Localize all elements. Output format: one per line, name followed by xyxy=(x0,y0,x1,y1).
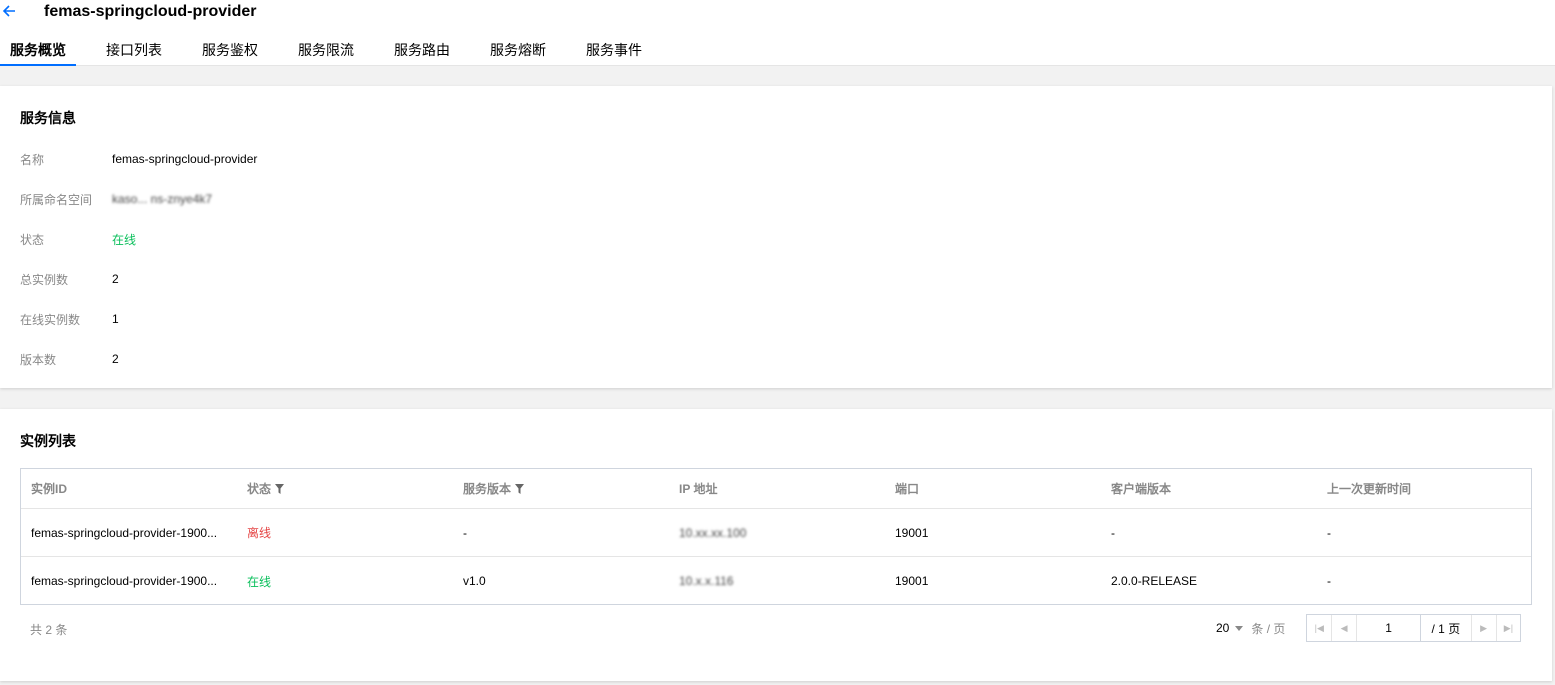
back-arrow-icon[interactable] xyxy=(2,3,16,19)
tab-routing[interactable]: 服务路由 xyxy=(394,40,450,66)
online-instances-value: 1 xyxy=(112,312,119,326)
instance-version: - xyxy=(463,525,467,540)
instance-port: 19001 xyxy=(895,574,929,588)
caret-down-icon xyxy=(1235,625,1244,631)
instance-list-title: 实例列表 xyxy=(20,433,76,449)
col-version-label: 服务版本 xyxy=(463,482,512,496)
col-updated: 上一次更新时间 xyxy=(1327,482,1412,496)
prev-page-icon[interactable]: ◀ xyxy=(1332,615,1358,641)
instance-port: 19001 xyxy=(895,525,929,540)
page-title: femas-springcloud-provider xyxy=(44,3,257,20)
instance-version: v1.0 xyxy=(463,574,486,588)
instance-ip: 10.x.x.116 xyxy=(679,574,734,588)
tab-events[interactable]: 服务事件 xyxy=(586,40,642,66)
instance-id: femas-springcloud-provider-1900... xyxy=(31,574,218,588)
status-value: 在线 xyxy=(112,232,137,247)
instance-table: 实例ID 状态 服务版本 IP 地址 端口 客户端版本 上一次更新时间 fema… xyxy=(20,468,1532,605)
tab-auth[interactable]: 服务鉴权 xyxy=(202,40,258,66)
col-ip: IP 地址 xyxy=(679,482,718,496)
col-client-version: 客户端版本 xyxy=(1111,482,1172,496)
first-page-icon[interactable]: |◀ xyxy=(1307,615,1333,641)
instance-ip: 10.xx.xx.100 xyxy=(679,525,747,540)
instance-updated: - xyxy=(1327,525,1331,540)
info-row-version-count: 版本数 2 xyxy=(20,349,119,369)
top-bar: femas-springcloud-provider 服务概览 接口列表 服务鉴… xyxy=(0,0,1555,66)
version-count-label: 版本数 xyxy=(20,352,57,367)
tab-circuit-breaker[interactable]: 服务熔断 xyxy=(490,40,546,66)
total-pages-label: / 1 页 xyxy=(1431,621,1461,636)
filter-icon[interactable] xyxy=(515,484,525,494)
col-port: 端口 xyxy=(895,482,920,496)
tab-api-list[interactable]: 接口列表 xyxy=(106,40,162,66)
instance-updated: - xyxy=(1327,574,1331,588)
instance-client-version: - xyxy=(1111,525,1115,540)
tab-overview[interactable]: 服务概览 xyxy=(0,40,76,66)
pagination: 20 条 / 页 |◀ ◀ / 1 页 ▶ ▶| xyxy=(1216,614,1522,642)
service-info-card: 服务信息 名称 femas-springcloud-provider 所属命名空… xyxy=(0,86,1552,388)
version-count-value: 2 xyxy=(112,352,119,366)
instance-id: femas-springcloud-provider-1900... xyxy=(31,525,218,540)
col-instance-id: 实例ID xyxy=(31,482,68,496)
col-status-label: 状态 xyxy=(247,482,272,496)
total-instances-label: 总实例数 xyxy=(20,272,69,287)
table-row: femas-springcloud-provider-1900... 离线 - … xyxy=(21,509,1531,557)
col-status[interactable]: 状态 xyxy=(237,480,453,497)
filter-icon[interactable] xyxy=(275,484,285,494)
page-size-select[interactable]: 20 xyxy=(1216,621,1244,635)
tab-rate-limit[interactable]: 服务限流 xyxy=(298,40,354,66)
next-page-icon[interactable]: ▶ xyxy=(1470,615,1496,641)
page-size-value: 20 xyxy=(1216,621,1230,635)
info-row-name: 名称 femas-springcloud-provider xyxy=(20,149,257,169)
total-instances-value: 2 xyxy=(112,272,119,286)
status-label: 状态 xyxy=(20,232,45,247)
instance-client-version: 2.0.0-RELEASE xyxy=(1111,574,1198,588)
info-row-online-instances: 在线实例数 1 xyxy=(20,309,119,329)
name-label: 名称 xyxy=(20,152,45,167)
last-page-icon[interactable]: ▶| xyxy=(1495,615,1521,641)
page-number-input[interactable] xyxy=(1357,615,1422,641)
table-row: femas-springcloud-provider-1900... 在线 v1… xyxy=(21,557,1531,605)
service-info-title: 服务信息 xyxy=(20,110,76,126)
online-instances-label: 在线实例数 xyxy=(20,312,81,327)
instance-list-card: 实例列表 实例ID 状态 服务版本 IP 地址 端口 客户端版本 上一次更新时间… xyxy=(0,409,1552,681)
info-row-namespace: 所属命名空间 kaso... ns-znye4k7 xyxy=(20,189,212,209)
namespace-label: 所属命名空间 xyxy=(20,192,93,207)
tab-bar: 服务概览 接口列表 服务鉴权 服务限流 服务路由 服务熔断 服务事件 xyxy=(0,40,682,66)
info-row-status: 状态 在线 xyxy=(20,229,136,249)
instance-status: 离线 xyxy=(247,526,272,540)
namespace-value: kaso... ns-znye4k7 xyxy=(112,192,213,206)
table-header: 实例ID 状态 服务版本 IP 地址 端口 客户端版本 上一次更新时间 xyxy=(21,469,1531,509)
name-value: femas-springcloud-provider xyxy=(112,152,258,166)
total-count: 共 2 条 xyxy=(30,623,68,637)
page-navigator: |◀ ◀ / 1 页 ▶ ▶| xyxy=(1306,614,1522,642)
instance-status: 在线 xyxy=(247,574,272,589)
col-version[interactable]: 服务版本 xyxy=(453,480,669,497)
info-row-total-instances: 总实例数 2 xyxy=(20,269,119,289)
per-page-label: 条 / 页 xyxy=(1251,621,1286,636)
